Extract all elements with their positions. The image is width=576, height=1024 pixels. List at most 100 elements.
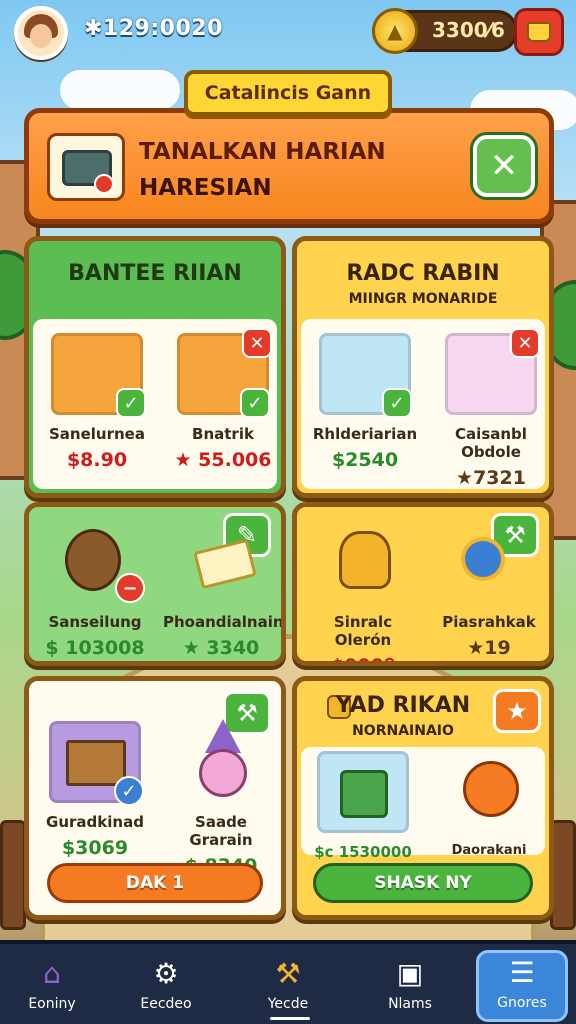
lens-shape bbox=[461, 537, 505, 581]
sun-sticker-icon bbox=[443, 751, 535, 833]
shop-panel-4: ⚒ Sinralc Olerón $000ᖇ Piasrahkak ★19 bbox=[292, 502, 554, 666]
item-price: $2540 bbox=[331, 449, 399, 471]
panel-subtitle: MIINGR MONARIDE bbox=[348, 291, 498, 307]
item-name: Daorakani bbox=[451, 843, 527, 858]
shop-item[interactable]: ✓ Sanelurnea $8.90 bbox=[39, 333, 155, 471]
panel-title: BANTEE RIIAN bbox=[68, 261, 242, 286]
shop-panel-1: BANTEE RIIAN ✓ Sanelurnea $8.90 ✕ ✓ Bnat… bbox=[24, 236, 286, 498]
shop-button[interactable] bbox=[514, 8, 564, 56]
nav-menu[interactable]: ☰ Gnores bbox=[476, 950, 568, 1022]
box-shape bbox=[340, 770, 388, 818]
gem-balance: 3300⁄6 bbox=[432, 18, 505, 42]
cloud bbox=[60, 70, 180, 110]
ticket-icon bbox=[175, 521, 267, 603]
shop-panel-3: ✎ − Sanseilung $ 103008 Phoandialnain ★ … bbox=[24, 502, 286, 666]
alert-dot bbox=[94, 174, 114, 194]
girl-character-icon: ✓ bbox=[51, 333, 146, 418]
player-avatar[interactable] bbox=[14, 6, 68, 60]
green-action-button[interactable]: SHASK NY bbox=[313, 863, 533, 903]
check-icon: ✓ bbox=[114, 776, 144, 806]
shop-item[interactable]: ✓ Guradkinad $3069 bbox=[37, 721, 153, 859]
banner-subtitle: HARESIAN bbox=[139, 175, 272, 201]
green-box-icon bbox=[317, 751, 409, 833]
item-price: ★ 55.006 bbox=[174, 449, 272, 471]
item-price: ★7321 bbox=[456, 467, 526, 489]
shop-item[interactable]: Phoandialnain ★ 3340 bbox=[163, 521, 284, 659]
shop-item[interactable]: Saade Grarain $ 8340 bbox=[163, 719, 279, 877]
item-price: $ 103008 bbox=[45, 637, 145, 659]
tree-trunk bbox=[0, 820, 26, 930]
ticket-shape bbox=[193, 538, 257, 590]
nav-build[interactable]: ⚒ Yecde bbox=[240, 954, 336, 1022]
crate-shape bbox=[66, 740, 126, 786]
item-name: Guradkinad bbox=[46, 813, 144, 831]
item-price: ★19 bbox=[467, 637, 511, 659]
nav-label: Eoniny bbox=[28, 996, 76, 1012]
item-name: Caisanbl Obdole bbox=[455, 425, 527, 461]
teddy-bear-icon: − bbox=[49, 521, 145, 603]
shop-panel-5: ⚒ ✓ Guradkinad $3069 Saade Grarain $ 834… bbox=[24, 676, 286, 920]
screen-title: Catalincis Gann bbox=[184, 70, 392, 116]
grandma-character-icon: ✕ ✓ bbox=[177, 328, 272, 418]
nav-chest[interactable]: ▣ Nlams bbox=[362, 954, 458, 1022]
banner-title: TANALKAN HARIAN bbox=[139, 139, 386, 165]
nav-home[interactable]: ⌂ Eoniny bbox=[4, 954, 100, 1022]
home-icon: ⌂ bbox=[43, 956, 61, 990]
coin-balance: ✱129:0020 bbox=[84, 16, 223, 41]
golden-bell-icon bbox=[317, 521, 409, 603]
item-price: $c 1530000 bbox=[314, 843, 412, 861]
remove-icon[interactable]: ✕ bbox=[510, 328, 540, 358]
shop-item[interactable]: ✕ ✓ Bnatrik ★ 55.006 bbox=[165, 328, 281, 471]
avatar-face bbox=[30, 24, 52, 48]
item-name: Sanelurnea bbox=[49, 425, 145, 443]
item-price: $000ᖇ bbox=[330, 655, 396, 666]
check-icon: ✓ bbox=[240, 388, 270, 418]
daily-banner: TANALKAN HARIAN HARESIAN ✕ bbox=[24, 108, 554, 224]
item-price: ★ 3340 bbox=[182, 637, 260, 659]
wooden-crate-icon: ✓ bbox=[49, 721, 144, 806]
star-icon: ★ bbox=[506, 697, 528, 725]
nav-label: Nlams bbox=[388, 996, 432, 1012]
magnifier-icon bbox=[443, 521, 535, 603]
close-button[interactable]: ✕ bbox=[473, 135, 535, 197]
shop-item[interactable]: − Sanseilung $ 103008 bbox=[37, 521, 153, 659]
blue-dragon-icon: ✓ bbox=[319, 333, 412, 418]
wizard-character-icon bbox=[175, 719, 267, 803]
item-name: Bnatrik bbox=[192, 425, 254, 443]
bottom-nav: ⌂ Eoniny ⚙ Eecdeo ⚒ Yecde ▣ Nlams ☰ Gnor… bbox=[0, 940, 576, 1024]
nav-label: Eecdeo bbox=[140, 996, 192, 1012]
shop-item[interactable]: Piasrahkak ★19 bbox=[431, 521, 547, 659]
teddy-body bbox=[65, 529, 121, 591]
nav-settings[interactable]: ⚙ Eecdeo bbox=[118, 954, 214, 1022]
close-icon: ✕ bbox=[489, 146, 519, 186]
hammer-icon: ⚒ bbox=[275, 956, 301, 990]
item-name: Phoandialnain bbox=[163, 613, 284, 631]
wizard-body bbox=[199, 749, 247, 797]
shop-item[interactable]: Daorakani SSBBIF bbox=[431, 751, 547, 879]
item-name: Sanseilung bbox=[48, 613, 142, 631]
active-indicator bbox=[270, 1017, 310, 1020]
radio-icon bbox=[47, 133, 125, 201]
top-bar: ✱129:0020 ▲ 3300⁄6 bbox=[0, 0, 576, 66]
menu-icon: ☰ bbox=[509, 955, 535, 989]
remove-icon[interactable]: − bbox=[115, 573, 145, 603]
check-icon: ✓ bbox=[382, 388, 412, 418]
item-price: $8.90 bbox=[66, 449, 128, 471]
gold-coin-icon: ▲ bbox=[372, 8, 418, 54]
gear-icon: ⚙ bbox=[153, 956, 179, 990]
bell-shape bbox=[339, 531, 391, 589]
shop-item[interactable]: ✕ Caisanbl Obdole ★7321 bbox=[433, 328, 549, 489]
blue-device-icon: ✕ bbox=[445, 328, 540, 415]
shop-item[interactable]: ✓ Rhlderiarian $2540 bbox=[307, 333, 423, 471]
favorite-button[interactable]: ★ bbox=[493, 689, 541, 733]
remove-icon[interactable]: ✕ bbox=[242, 328, 272, 358]
item-name: Sinralc Olerón bbox=[333, 613, 393, 649]
wizard-hat bbox=[205, 719, 241, 753]
shop-item[interactable]: $c 1530000 bbox=[305, 751, 421, 861]
shop-panel-2: RADC RABIN MIINGR MONARIDE ✓ Rhlderiaria… bbox=[292, 236, 554, 498]
orange-action-button[interactable]: DAK 1 bbox=[47, 863, 263, 903]
check-icon: ✓ bbox=[116, 388, 146, 418]
item-name: Piasrahkak bbox=[442, 613, 536, 631]
item-price: $3069 bbox=[61, 837, 129, 859]
shop-item[interactable]: Sinralc Olerón $000ᖇ bbox=[305, 521, 421, 666]
